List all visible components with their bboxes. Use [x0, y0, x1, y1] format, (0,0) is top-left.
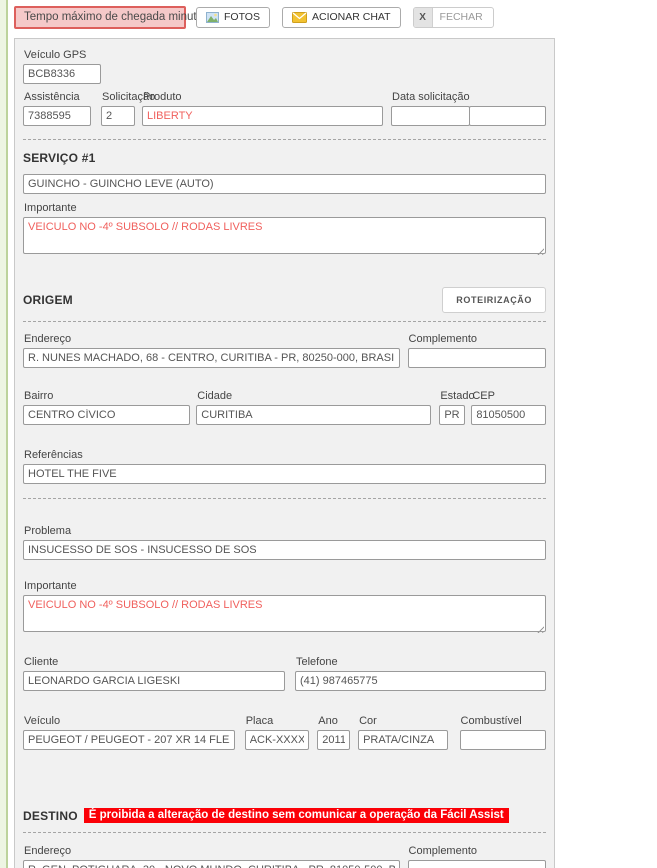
solicitacao-input[interactable]	[101, 106, 135, 126]
data-solicitacao-label: Data solicitação	[392, 91, 470, 103]
separator-dashed	[23, 832, 546, 833]
origem-cidade-input[interactable]	[196, 405, 432, 425]
destino-warning-badge: É proibida a alteração de destino sem co…	[83, 808, 509, 823]
fotos-button-label: FOTOS	[224, 11, 260, 23]
veiculo-gps-input[interactable]	[23, 64, 101, 84]
left-green-strip	[0, 0, 8, 868]
close-x-icon: X	[413, 7, 433, 27]
problema-input[interactable]	[23, 540, 546, 560]
veiculo-gps-label: Veículo GPS	[24, 49, 87, 61]
fotos-button[interactable]: FOTOS	[196, 6, 270, 28]
origem-endereco-label: Endereço	[24, 333, 72, 345]
max-arrival-time-alert: Tempo máximo de chegada minuto(s)	[14, 5, 216, 29]
data-solicitacao-date-input[interactable]	[391, 106, 470, 126]
origem-bairro-input[interactable]	[23, 405, 191, 425]
combustivel-input[interactable]	[459, 730, 546, 750]
ano-label: Ano	[318, 715, 338, 727]
ano-input[interactable]	[317, 730, 351, 750]
origem-complemento-input[interactable]	[407, 348, 546, 368]
servico-tipo-input[interactable]	[23, 174, 546, 194]
origem-complemento-label: Complemento	[408, 333, 478, 345]
destino-complemento-label: Complemento	[408, 845, 478, 857]
cliente-label: Cliente	[24, 656, 59, 668]
produto-input[interactable]	[142, 106, 383, 126]
produto-label: Produto	[143, 91, 182, 103]
assistencia-label: Assistência	[24, 91, 80, 103]
combustivel-label: Combustível	[460, 715, 522, 727]
photo-icon	[206, 11, 219, 23]
telefone-input[interactable]	[294, 671, 546, 691]
origem-referencias-label: Referências	[24, 449, 83, 461]
origem-referencias-input[interactable]	[23, 464, 546, 484]
problema-label: Problema	[24, 525, 72, 537]
cor-label: Cor	[359, 715, 377, 727]
assistencia-input[interactable]	[23, 106, 91, 126]
separator-dashed	[23, 139, 546, 140]
separator-dashed	[23, 321, 546, 322]
envelope-icon	[291, 11, 307, 23]
destino-heading: DESTINO	[23, 808, 78, 823]
origem-endereco-input[interactable]	[23, 348, 400, 368]
servico-heading: SERVIÇO #1	[23, 151, 96, 165]
destino-endereco-label: Endereço	[24, 845, 72, 857]
origem-estado-label: Estado	[440, 390, 475, 402]
acionar-chat-button-label: ACIONAR CHAT	[311, 11, 391, 23]
servico-importante-textarea[interactable]	[23, 217, 546, 254]
origem-bairro-label: Bairro	[24, 390, 54, 402]
servico-importante-label: Importante	[24, 202, 77, 214]
cliente-input[interactable]	[23, 671, 285, 691]
separator-dashed	[23, 498, 546, 499]
placa-input[interactable]	[244, 730, 310, 750]
importante-textarea[interactable]	[23, 595, 546, 632]
cor-input[interactable]	[358, 730, 448, 750]
fechar-button-label: FECHAR	[439, 11, 483, 23]
veiculo-input[interactable]	[23, 730, 235, 750]
origem-cep-label: CEP	[472, 390, 495, 402]
origem-cep-input[interactable]	[471, 405, 546, 425]
service-order-panel: Veículo GPS Assistência Solicitação Prod…	[14, 38, 555, 868]
roteirizacao-button[interactable]: ROTEIRIZAÇÃO	[442, 287, 546, 313]
importante-label: Importante	[24, 580, 77, 592]
data-solicitacao-time-input[interactable]	[469, 106, 546, 126]
placa-label: Placa	[245, 715, 274, 727]
veiculo-label: Veículo	[24, 715, 61, 727]
fechar-button[interactable]: X FECHAR	[412, 6, 494, 28]
telefone-label: Telefone	[295, 656, 338, 668]
origem-cidade-label: Cidade	[197, 390, 233, 402]
origem-estado-input[interactable]	[439, 405, 466, 425]
acionar-chat-button[interactable]: ACIONAR CHAT	[281, 6, 401, 28]
destino-endereco-input[interactable]	[23, 860, 400, 868]
top-toolbar: Tempo máximo de chegada minuto(s) FOTOS …	[14, 4, 644, 30]
destino-complemento-input[interactable]	[407, 860, 546, 868]
origem-heading: ORIGEM	[23, 293, 73, 307]
